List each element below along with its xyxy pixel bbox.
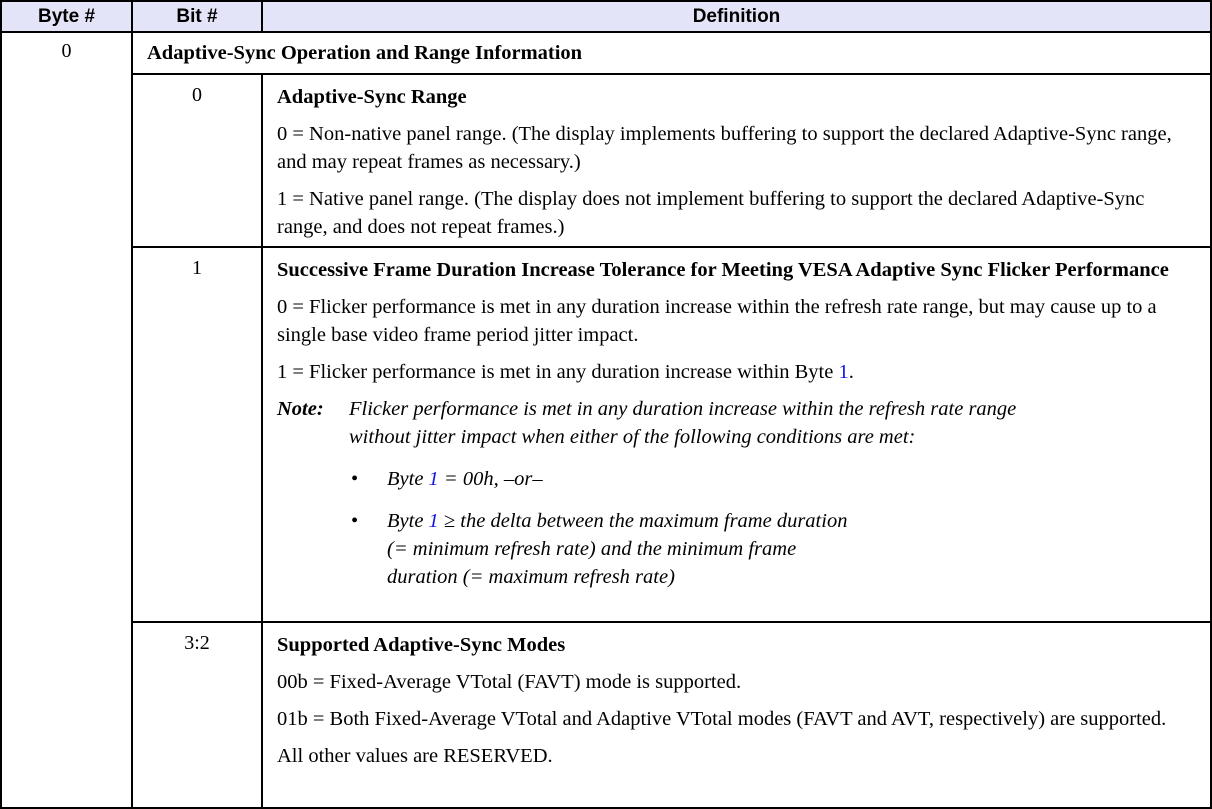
bullet-line: duration (= maximum refresh rate) xyxy=(387,563,947,591)
column-header-definition: Definition xyxy=(263,2,1210,33)
bit-number-cell: 0 xyxy=(133,75,263,248)
definition-paragraph: 1 = Native panel range. (The display doe… xyxy=(277,185,1177,241)
note-label: Note: xyxy=(277,395,349,605)
bullet-line: Byte 1 ≥ the delta between the maximum f… xyxy=(387,507,947,535)
note-block: Note: Flicker performance is met in any … xyxy=(277,395,1196,605)
bullet-line: (= minimum refresh rate) and the minimum… xyxy=(387,535,947,563)
definition-paragraph: All other values are RESERVED. xyxy=(277,742,1177,770)
note-bullet-item: Byte 1 = 00h, –or– xyxy=(349,465,947,493)
definition-cell-bit0: Adaptive-Sync Range 0 = Non-native panel… xyxy=(263,75,1210,248)
column-header-byte: Byte # xyxy=(2,2,133,33)
definition-title: Adaptive-Sync Range xyxy=(277,83,1177,111)
definition-paragraph: 01b = Both Fixed-Average VTotal and Adap… xyxy=(277,705,1177,733)
note-body: Flicker performance is met in any durati… xyxy=(349,395,1049,605)
definition-title: Supported Adaptive-Sync Modes xyxy=(277,631,1177,659)
bit-number-cell: 3:2 xyxy=(133,623,263,807)
column-header-bit: Bit # xyxy=(133,2,263,33)
definition-paragraph: 0 = Non-native panel range. (The display… xyxy=(277,120,1177,176)
byte-1-reference-link[interactable]: 1 xyxy=(429,468,439,490)
definition-paragraph: 1 = Flicker performance is met in any du… xyxy=(277,358,1177,386)
definition-cell-bit3-2: Supported Adaptive-Sync Modes 00b = Fixe… xyxy=(263,623,1210,807)
byte-1-reference-link[interactable]: 1 xyxy=(429,510,439,532)
definition-title: Successive Frame Duration Increase Toler… xyxy=(277,256,1177,284)
byte-bit-definition-table: Byte # Bit # Definition 0 Adaptive-Sync … xyxy=(0,0,1212,809)
note-text: Flicker performance is met in any durati… xyxy=(349,395,1049,451)
definition-cell-bit1: Successive Frame Duration Increase Toler… xyxy=(263,248,1210,623)
note-bullet-item: Byte 1 ≥ the delta between the maximum f… xyxy=(349,507,947,591)
byte-1-reference-link[interactable]: 1 xyxy=(838,361,848,383)
bit-number-cell: 1 xyxy=(133,248,263,623)
byte-number-cell: 0 xyxy=(2,33,133,807)
operation-title-cell: Adaptive-Sync Operation and Range Inform… xyxy=(133,33,1210,75)
definition-paragraph: 00b = Fixed-Average VTotal (FAVT) mode i… xyxy=(277,668,1177,696)
document-page: Licensed to Jerry Sung (jsung@granite By… xyxy=(0,0,1212,809)
definition-paragraph: 0 = Flicker performance is met in any du… xyxy=(277,293,1177,349)
